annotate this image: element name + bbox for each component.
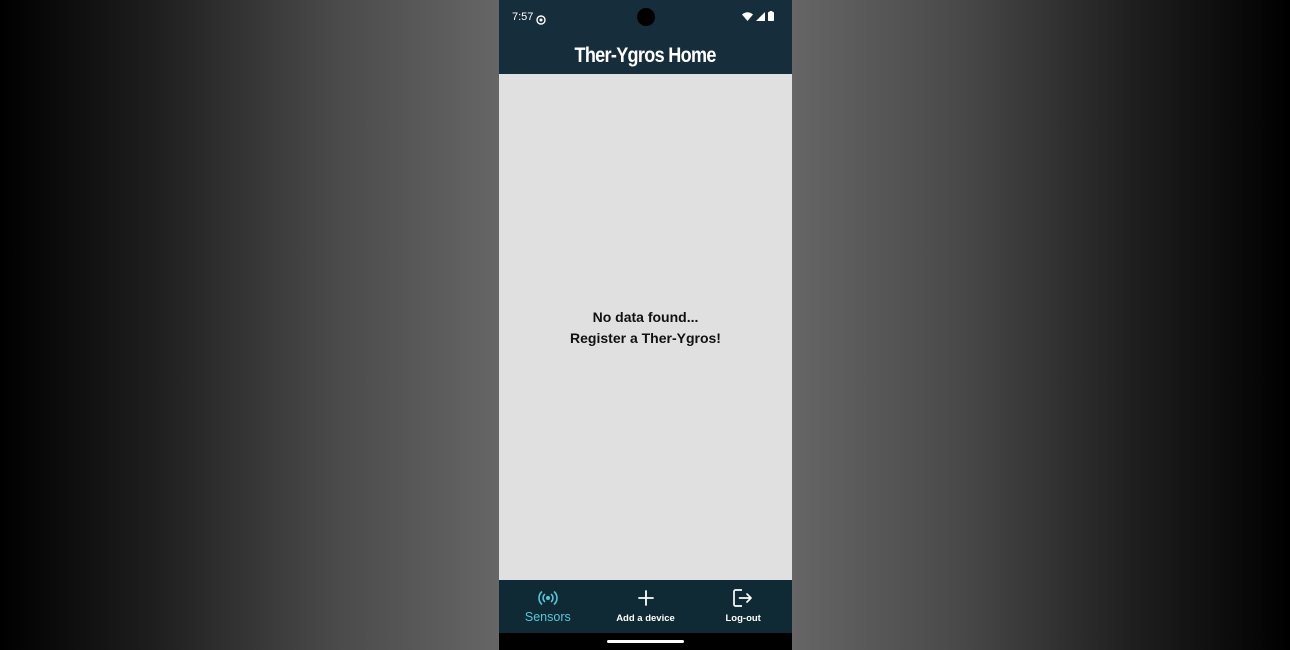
- nav-item-sensors[interactable]: Sensors: [499, 580, 597, 633]
- nav-item-add-device[interactable]: Add a device: [597, 580, 695, 633]
- nav-label-add-device: Add a device: [616, 613, 675, 624]
- camera-cutout: [637, 8, 655, 26]
- empty-state-line-2: Register a Ther-Ygros!: [570, 330, 721, 346]
- main-content: No data found... Register a Ther-Ygros!: [499, 74, 792, 580]
- plus-icon: [635, 588, 657, 608]
- logout-icon: [732, 588, 754, 608]
- battery-icon: [768, 8, 774, 26]
- media-icon: [536, 12, 546, 25]
- status-bar: 7:57: [499, 0, 792, 36]
- bottom-navigation: Sensors Add a device Log-out: [499, 580, 792, 633]
- app-bar: Ther-Ygros Home: [499, 36, 792, 74]
- signal-icon: [756, 8, 765, 26]
- nav-label-logout: Log-out: [725, 613, 761, 624]
- page-title: Ther-Ygros Home: [574, 44, 717, 67]
- status-icons: [742, 11, 774, 22]
- phone-screen: 7:57 Ther-Ygros Home No data found... Re…: [499, 0, 792, 650]
- status-time: 7:57: [512, 11, 534, 23]
- nav-item-logout[interactable]: Log-out: [694, 580, 792, 633]
- sensors-icon: [537, 588, 559, 608]
- nav-label-sensors: Sensors: [524, 610, 571, 624]
- gesture-handle[interactable]: [607, 640, 684, 643]
- gesture-navigation-area: [499, 633, 792, 650]
- empty-state-line-1: No data found...: [592, 309, 699, 325]
- empty-state-message: No data found... Register a Ther-Ygros!: [499, 307, 792, 349]
- wifi-icon: [742, 8, 753, 26]
